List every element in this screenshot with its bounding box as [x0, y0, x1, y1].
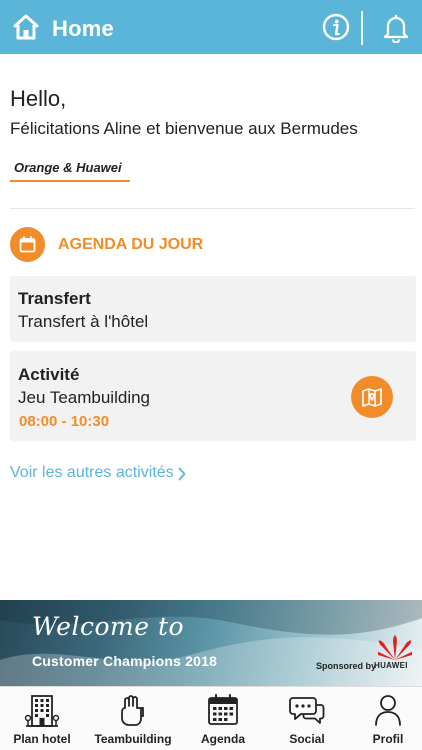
tab-label: Social — [289, 732, 325, 746]
tab-profil[interactable]: Profil — [346, 687, 422, 750]
tab-label: Teambuilding — [94, 732, 172, 746]
person-icon — [375, 695, 401, 726]
teambuilding-icon — [121, 695, 144, 726]
tab-label: Plan hotel — [13, 732, 71, 746]
agenda-item-transfert[interactable]: Transfert Transfert à l'hôtel — [10, 276, 416, 342]
section-divider — [10, 208, 415, 209]
more-activities-label: Voir les autres activités — [10, 464, 174, 481]
tab-teambuilding[interactable]: Teambuilding — [91, 687, 175, 750]
tab-social[interactable]: Social — [265, 687, 349, 750]
home-icon[interactable] — [12, 13, 40, 41]
tab-label: Agenda — [200, 732, 245, 746]
sponsor-banner: Welcome to Customer Champions 2018 Spons… — [0, 600, 422, 686]
map-pin-icon — [362, 388, 382, 407]
agenda-item-subtitle: Jeu Teambuilding — [18, 388, 150, 407]
welcome-message: Félicitations Aline et bienvenue aux Ber… — [10, 119, 358, 138]
tab-plan-hotel[interactable]: Plan hotel — [0, 687, 84, 750]
bell-icon[interactable] — [382, 13, 410, 43]
banner-event-name: Customer Champions 2018 — [32, 653, 218, 669]
calendar-icon — [19, 236, 36, 253]
banner-welcome-text: Welcome to — [32, 612, 185, 641]
agenda-title: AGENDA DU JOUR — [58, 236, 204, 253]
agenda-item-activite[interactable]: Activité Jeu Teambuilding 08:00 - 10:30 — [10, 351, 416, 441]
more-activities-link[interactable]: Voir les autres activités — [10, 464, 186, 482]
calendar-icon — [208, 694, 238, 725]
company-tag: Orange & Huawei — [10, 160, 130, 182]
top-app-bar: Home — [0, 0, 422, 54]
sponsored-by-text: Sponsored by — [316, 661, 377, 671]
agenda-item-title: Activité — [18, 365, 80, 384]
agenda-heading: AGENDA DU JOUR — [10, 227, 410, 263]
tab-label: Profil — [372, 732, 404, 746]
bottom-tab-bar: Plan hotel Teambuilding Agenda Social Pr… — [0, 686, 422, 750]
tab-agenda[interactable]: Agenda — [181, 687, 265, 750]
company-tag-label: Orange & Huawei — [14, 160, 122, 175]
chat-bubbles-icon — [289, 697, 325, 724]
chevron-right-icon — [178, 467, 186, 480]
map-button[interactable] — [351, 376, 393, 418]
agenda-item-time: 08:00 - 10:30 — [19, 413, 110, 430]
greeting-text: Hello, — [10, 86, 67, 111]
agenda-item-subtitle: Transfert à l'hôtel — [18, 312, 149, 331]
huawei-logo-icon — [378, 635, 412, 660]
sponsor-name: HUAWEI — [374, 661, 408, 670]
building-icon — [24, 695, 60, 727]
agenda-item-title: Transfert — [18, 289, 91, 308]
calendar-badge — [10, 227, 45, 262]
info-icon[interactable] — [322, 13, 350, 41]
header-separator — [361, 11, 363, 45]
page-title: Home — [52, 16, 114, 41]
